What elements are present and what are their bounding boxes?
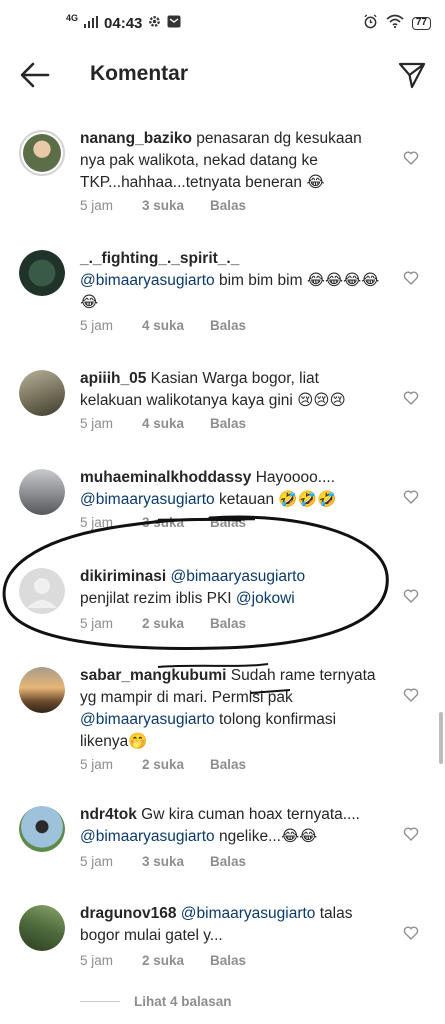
reply-button[interactable]: Balas [210,854,246,869]
settings-icon [148,15,161,32]
avatar[interactable] [19,667,65,713]
comment-meta: 5 jam 3 suka Balas [80,198,246,213]
comment-likes[interactable]: 2 suka [142,616,210,631]
reply-button[interactable]: Balas [210,198,246,213]
share-button[interactable] [397,60,427,90]
comment-meta: 5 jam 4 suka Balas [80,416,246,431]
comment-meta: 5 jam 3 suka Balas [80,515,246,530]
header: Komentar [0,46,445,106]
comment-text: penjilat rezim iblis PKI [80,590,236,607]
battery-indicator: 77 [411,16,431,30]
avatar[interactable] [19,370,65,416]
heart-outline-icon[interactable] [403,826,419,842]
comment-text-tail: ngelike...😂😂 [214,828,318,845]
heart-outline-icon[interactable] [403,270,419,286]
comment-likes[interactable]: 3 suka [142,198,210,213]
reply-button[interactable]: Balas [210,318,246,333]
comment-meta: 5 jam 2 suka Balas [80,757,246,772]
back-button[interactable] [18,60,52,90]
status-bar: 4G 04:43 77 [0,0,445,46]
comment-username[interactable]: dragunov168 [80,905,176,922]
comment-mention[interactable]: @bimaaryasugiarto [181,905,316,922]
view-replies-label: Lihat 4 balasan [134,994,232,1009]
comment-username[interactable]: dikiriminasi [80,568,166,585]
comment-mention[interactable]: @bimaaryasugiarto [80,272,215,289]
send-icon [398,62,426,89]
comment-time: 5 jam [80,854,114,869]
avatar[interactable] [19,250,65,296]
divider [80,1001,120,1002]
comment-username[interactable]: sabar_mangkubumi [80,667,226,684]
alarm-icon [363,13,378,33]
reply-button[interactable]: Balas [210,953,246,968]
comment-text: Hayoooo.... [255,469,336,486]
comment-username[interactable]: nanang_baziko [80,130,192,147]
view-replies-button[interactable]: Lihat 4 balasan [80,994,232,1009]
heart-outline-icon[interactable] [403,925,419,941]
heart-outline-icon[interactable] [403,489,419,505]
comment-likes[interactable]: 2 suka [142,757,210,772]
comment-time: 5 jam [80,515,114,530]
comment-mention[interactable]: @bimaaryasugiarto [80,711,215,728]
comment-mention-2[interactable]: @jokowi [236,590,295,607]
signal-icon [84,15,99,32]
reply-button[interactable]: Balas [210,416,246,431]
comment-likes[interactable]: 2 suka [142,953,210,968]
comment-text-tail: ketauan 🤣🤣🤣 [214,491,337,508]
reply-button[interactable]: Balas [210,757,246,772]
status-time: 04:43 [104,14,143,32]
comment-likes[interactable]: 4 suka [142,318,210,333]
comment-time: 5 jam [80,416,114,431]
comment-mention[interactable]: @bimaaryasugiarto [80,491,215,508]
avatar[interactable] [19,568,65,614]
avatar[interactable] [19,130,65,176]
comment-likes[interactable]: 4 suka [142,416,210,431]
avatar[interactable] [19,806,65,852]
network-indicator: 4G [66,13,79,23]
scrollbar[interactable] [439,712,443,764]
avatar[interactable] [19,905,65,951]
comment-meta: 5 jam 2 suka Balas [80,616,246,631]
comment-time: 5 jam [80,616,114,631]
avatar[interactable] [19,469,65,515]
comment-username[interactable]: apiiih_05 [80,370,146,387]
heart-outline-icon[interactable] [403,150,419,166]
heart-outline-icon[interactable] [403,687,419,703]
message-notification-icon [167,15,181,32]
comment-time: 5 jam [80,198,114,213]
reply-button[interactable]: Balas [210,515,246,530]
comment-likes[interactable]: 3 suka [142,515,210,530]
comment-meta: 5 jam 3 suka Balas [80,854,246,869]
comment-username[interactable]: ndr4tok [80,806,137,823]
comment-time: 5 jam [80,953,114,968]
comment-username[interactable]: muhaeminalkhoddassy [80,469,251,486]
comment-meta: 5 jam 4 suka Balas [80,318,246,333]
arrow-left-icon [20,62,50,88]
comment-time: 5 jam [80,318,114,333]
comment-likes[interactable]: 3 suka [142,854,210,869]
comment-username[interactable]: _._fighting_._spirit_._ [80,250,239,267]
comment-mention[interactable]: @bimaaryasugiarto [80,828,215,845]
heart-outline-icon[interactable] [403,588,419,604]
page-title: Komentar [90,62,189,85]
heart-outline-icon[interactable] [403,390,419,406]
comment-time: 5 jam [80,757,114,772]
comment-meta: 5 jam 2 suka Balas [80,953,246,968]
default-avatar-icon [27,578,57,608]
wifi-icon [386,14,404,32]
comment-text: Gw kira cuman hoax ternyata.... [141,806,360,823]
reply-button[interactable]: Balas [210,616,246,631]
comment-mention[interactable]: @bimaaryasugiarto [170,568,305,585]
